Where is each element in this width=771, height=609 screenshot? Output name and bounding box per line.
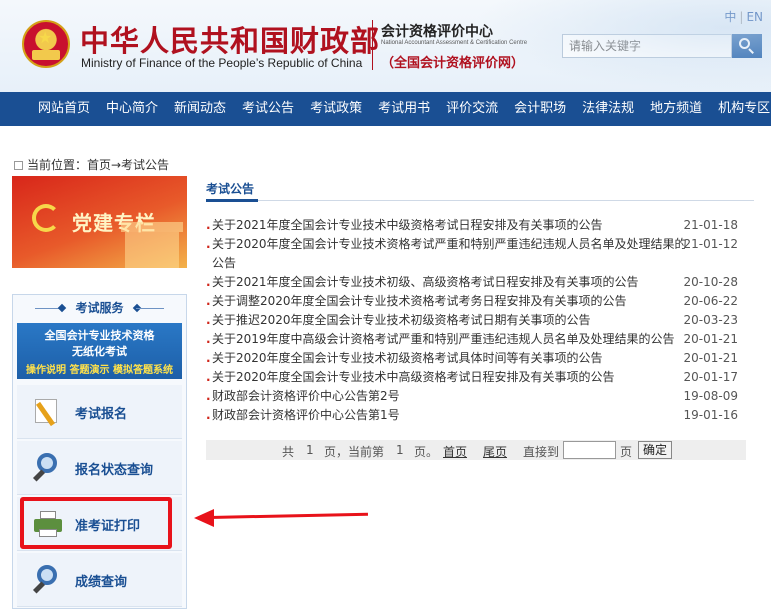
highlight-box: [20, 497, 172, 549]
hall-graphic: [121, 222, 183, 268]
nav-career[interactable]: 会计职场: [506, 92, 574, 126]
magnifier-icon: [31, 563, 65, 597]
lang-en-link[interactable]: EN: [746, 10, 763, 24]
pen-paper-icon: [31, 395, 65, 429]
nav-exam-policy[interactable]: 考试政策: [302, 92, 370, 126]
national-emblem-icon: ★: [22, 20, 70, 68]
list-item[interactable]: . 关于2020年度全国会计专业技术初级资格考试具体时间等有关事项的公告 20-01…: [206, 349, 754, 368]
list-item[interactable]: . 关于2020年度全国会计专业技术中高级资格考试日程安排及有关事项的公告 20-0…: [206, 368, 754, 387]
nav-news[interactable]: 新闻动态: [166, 92, 234, 126]
list-item[interactable]: . 关于调整2020年度全国会计专业技术资格考试考务日程安排及有关事项的公告 20-…: [206, 292, 754, 311]
list-item[interactable]: . 关于2019年度中高级会计资格考试严重和特别严重违纪违规人员名单及处理结果的公…: [206, 330, 754, 349]
nav-institutions[interactable]: 机构专区: [710, 92, 771, 126]
service-exam-registration[interactable]: 考试报名: [17, 385, 182, 439]
main-nav: 网站首页 中心简介 新闻动态 考试公告 考试政策 考试用书 评价交流 会计职场 …: [0, 92, 771, 126]
header-divider: [372, 20, 373, 70]
notice-list: . 关于2021年度全国会计专业技术中级资格考试日程安排及有关事项的公告 21-01…: [206, 216, 754, 425]
party-emblem-icon: [32, 204, 60, 232]
center-subtitle: （全国会计资格评价网）: [381, 56, 525, 71]
nav-about[interactable]: 中心简介: [98, 92, 166, 126]
paperless-exam-banner[interactable]: 全国会计专业技术资格 无纸化考试 操作说明 答题演示 模拟答题系统: [17, 323, 182, 379]
nav-exam-notices[interactable]: 考试公告: [234, 92, 302, 126]
nav-exchange[interactable]: 评价交流: [438, 92, 506, 126]
list-item[interactable]: . 关于2020年度全国会计专业技术资格考试严重和特别严重违纪违规人员名单及处理结…: [206, 235, 754, 273]
current-page: 1: [396, 443, 404, 457]
nav-laws[interactable]: 法律法规: [574, 92, 642, 126]
content-tab-underline: [206, 199, 258, 202]
list-item[interactable]: . 财政部会计资格评价中心公告第1号 19-01-16: [206, 406, 754, 425]
nav-local[interactable]: 地方频道: [642, 92, 710, 126]
lang-separator: |: [739, 10, 744, 24]
list-item[interactable]: . 关于2021年度全国会计专业技术初级、高级资格考试日程安排及有关事项的公告 20…: [206, 273, 754, 292]
ministry-name-en: Ministry of Finance of the People’s Repu…: [81, 56, 363, 70]
party-building-banner[interactable]: 党建专栏: [12, 176, 187, 268]
magnifier-icon: [31, 451, 65, 485]
location-icon: [14, 161, 23, 170]
site-header: ★ 中华人民共和国财政部 Ministry of Finance of the …: [0, 0, 771, 92]
total-pages: 1: [306, 443, 314, 457]
content-tab-title: 考试公告: [206, 182, 255, 196]
confirm-button[interactable]: 确定: [638, 441, 672, 459]
search-icon: [739, 38, 750, 49]
nav-home[interactable]: 网站首页: [30, 92, 98, 126]
list-item[interactable]: . 财政部会计资格评价中心公告第2号 19-08-09: [206, 387, 754, 406]
goto-page-input[interactable]: [563, 441, 616, 459]
breadcrumb: 当前位置：首页→考试公告: [14, 156, 169, 173]
search-input[interactable]: [562, 34, 732, 58]
language-switch: 中 | EN: [724, 8, 763, 25]
annotation-arrow-icon: [194, 509, 214, 527]
first-page-link[interactable]: 首页: [443, 443, 467, 460]
ministry-name-cn: 中华人民共和国财政部: [80, 24, 381, 58]
last-page-link[interactable]: 尾页: [483, 443, 507, 460]
service-score-query[interactable]: 成绩查询: [17, 553, 182, 607]
center-name-cn: 会计资格评价中心: [381, 24, 493, 40]
list-item[interactable]: . 关于2021年度全国会计专业技术中级资格考试日程安排及有关事项的公告 21-01…: [206, 216, 754, 235]
breadcrumb-text: 当前位置：首页→考试公告: [27, 158, 170, 172]
pagination-bar: 共 1 页，当前第 1 页。 首页 尾页 直接到 页 确定: [206, 440, 746, 460]
nav-exam-books[interactable]: 考试用书: [370, 92, 438, 126]
center-name-en: National Accountant Assessment & Certifi…: [381, 40, 528, 46]
lang-cn-link[interactable]: 中: [724, 10, 736, 24]
exam-service-panel: 考试服务 全国会计专业技术资格 无纸化考试 操作说明 答题演示 模拟答题系统 考…: [12, 294, 187, 609]
service-registration-status[interactable]: 报名状态查询: [17, 441, 182, 495]
exam-service-title: 考试服务: [13, 295, 186, 321]
search-button[interactable]: [732, 34, 762, 58]
content-divider: [206, 200, 754, 201]
list-item[interactable]: . 关于推迟2020年度全国会计专业技术初级资格考试日期有关事项的公告 20-03-…: [206, 311, 754, 330]
annotation-arrow-line: [209, 512, 368, 519]
